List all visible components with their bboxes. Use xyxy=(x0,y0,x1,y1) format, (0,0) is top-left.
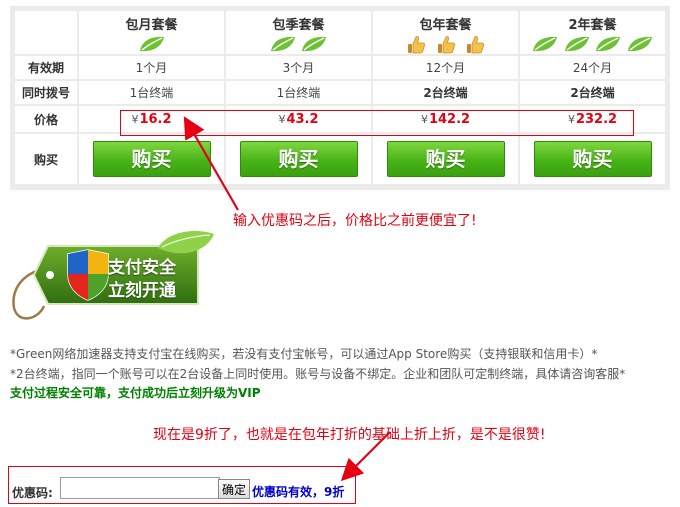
leaf-icon xyxy=(270,36,295,52)
leaf-icon xyxy=(302,36,327,52)
period-cell: 24个月 xyxy=(520,56,665,79)
buy-button-yearly[interactable]: 购买 xyxy=(386,141,505,177)
coupon-status: 优惠码有效，9折 xyxy=(252,485,345,499)
plan-icons xyxy=(226,34,371,54)
info-secure-note: 支付过程安全可靠，支付成功后立刻升级为VIP xyxy=(10,386,261,400)
period-cell: 12个月 xyxy=(373,56,518,79)
badge-line-1: 支付安全 xyxy=(108,258,176,278)
buy-button-monthly[interactable]: 购买 xyxy=(92,141,211,177)
buy-cell: 购买 xyxy=(226,134,371,184)
leaf-icon xyxy=(596,36,621,52)
leaf-icon xyxy=(532,36,557,52)
thumbs-up-icon xyxy=(407,36,425,54)
period-cell: 1个月 xyxy=(79,56,224,79)
thumbs-up-icon xyxy=(437,36,455,54)
plan-header-two-year: 2年套餐 xyxy=(520,11,665,54)
devices-cell: 2台终端 xyxy=(373,81,518,104)
buy-cell: 购买 xyxy=(373,134,518,184)
plan-header-monthly: 包月套餐 xyxy=(79,11,224,54)
thumbs-up-icon xyxy=(467,36,485,54)
info-devices-note: *2台终端，指同一个账号可以在2台设备上同时使用。账号与设备不绑定。企业和团队可… xyxy=(10,367,626,381)
pricing-table: 包月套餐 包季套餐 包年套餐 2年套餐 有效期 1个月 3个月 12个月 24个… xyxy=(10,6,670,190)
buy-button-quarterly[interactable]: 购买 xyxy=(239,141,358,177)
plan-icons xyxy=(520,34,665,54)
price-highlight-box xyxy=(120,110,634,136)
plan-icons xyxy=(373,34,518,54)
coupon-confirm-button[interactable]: 确定 xyxy=(218,479,250,499)
plan-header-quarterly: 包季套餐 xyxy=(226,11,371,54)
leaf-icon xyxy=(564,36,589,52)
period-cell: 3个月 xyxy=(226,56,371,79)
plan-name: 2年套餐 xyxy=(568,18,617,33)
row-label-period: 有效期 xyxy=(15,56,77,79)
devices-cell: 2台终端 xyxy=(520,81,665,104)
plan-name: 包年套餐 xyxy=(419,18,472,33)
info-alipay-note: *Green网络加速器支持支付宝在线购买，若没有支付宝帐号，可以通过App St… xyxy=(10,347,598,361)
plan-header-yearly: 包年套餐 xyxy=(373,11,518,54)
row-label-buy: 购买 xyxy=(15,134,77,184)
badge-line-2: 立刻开通 xyxy=(108,281,176,301)
price-annotation: 输入优惠码之后，价格比之前更便宜了! xyxy=(233,213,477,229)
discount-annotation: 现在是9折了，也就是在包年打折的基础上折上折，是不是很赞! xyxy=(153,427,546,443)
plan-name: 包季套餐 xyxy=(272,18,325,33)
coupon-input[interactable] xyxy=(60,477,220,499)
plan-name: 包月套餐 xyxy=(125,18,178,33)
coupon-label: 优惠码: xyxy=(12,486,53,500)
plan-icons xyxy=(79,34,224,54)
devices-cell: 1台终端 xyxy=(226,81,371,104)
devices-cell: 1台终端 xyxy=(79,81,224,104)
corner-cell xyxy=(15,11,77,54)
leaf-icon xyxy=(628,36,653,52)
leaf-icon xyxy=(139,36,164,52)
buy-button-two-year[interactable]: 购买 xyxy=(533,141,652,177)
row-label-price: 价格 xyxy=(15,106,77,132)
buy-cell: 购买 xyxy=(79,134,224,184)
row-label-devices: 同时拨号 xyxy=(15,81,77,104)
buy-cell: 购买 xyxy=(520,134,665,184)
